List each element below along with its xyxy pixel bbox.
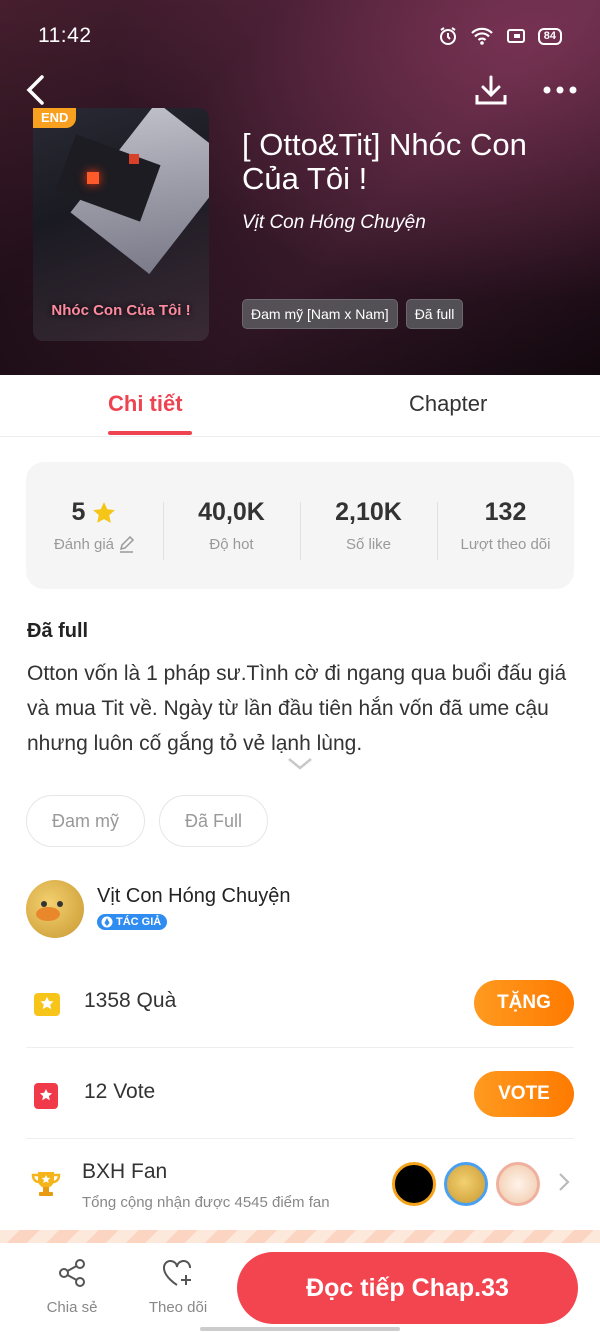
home-indicator (200, 1327, 400, 1331)
gift-count: 1358 Quà (84, 989, 177, 1012)
stat-rating[interactable]: 5 Đánh giá (26, 498, 163, 553)
fan-rank-subtitle: Tổng cộng nhận được 4545 điểm fan (82, 1194, 330, 1211)
pen-nib-icon (101, 916, 113, 928)
expand-chevron-icon[interactable] (287, 757, 313, 771)
book-cover: Nhóc Con Của Tôi ! (33, 108, 209, 341)
give-gift-button[interactable]: TẶNG (474, 980, 574, 1026)
vote-ticket-icon (34, 1083, 58, 1109)
author-badge: TÁC GIẢ (97, 914, 168, 930)
book-header: 11:42 84 Nhóc Con Của Tôi ! END [ Otto&T… (0, 0, 600, 375)
genre-chip-dam-my[interactable]: Đam mỹ (26, 795, 145, 847)
likes-label: Số like (345, 536, 392, 553)
author-row[interactable]: Vịt Con Hóng Chuyện TÁC GIẢ (26, 880, 574, 940)
tab-chapter[interactable]: Chapter (409, 391, 487, 417)
follow-label: Theo dõi (148, 1299, 208, 1316)
status-bar: 11:42 84 (38, 22, 562, 50)
genre-chip-da-full[interactable]: Đã Full (159, 795, 269, 847)
wifi-icon (470, 27, 493, 45)
book-author[interactable]: Vịt Con Hóng Chuyện (242, 212, 426, 234)
rating-value: 5 (71, 498, 86, 526)
alarm-icon (439, 27, 456, 45)
share-icon (59, 1259, 85, 1287)
fan-avatar-3 (496, 1162, 540, 1206)
follows-value: 132 (484, 498, 527, 526)
fan-ranking-row[interactable]: BXH Fan Tổng cộng nhận được 4545 điểm fa… (26, 1140, 574, 1230)
vote-row: 12 Vote VOTE (26, 1049, 574, 1139)
vote-count: 12 Vote (84, 1080, 156, 1103)
back-icon[interactable] (22, 74, 48, 106)
likes-value: 2,10K (335, 498, 402, 526)
status-tag[interactable]: Đã full (405, 299, 464, 329)
fan-avatar-2 (444, 1162, 488, 1206)
fan-avatar-1 (392, 1162, 436, 1206)
gift-icon (34, 993, 60, 1016)
author-badge-label: TÁC GIẢ (116, 916, 162, 928)
heart-plus-icon (163, 1260, 191, 1286)
book-title: [ Otto&Tit] Nhóc Con Của Tôi ! (242, 127, 527, 196)
rating-label: Đánh giá (53, 536, 115, 553)
author-name[interactable]: Vịt Con Hóng Chuyện (97, 885, 290, 908)
fan-rank-title: BXH Fan (82, 1160, 168, 1183)
completion-status: Đã full (27, 620, 89, 642)
tab-bar: Chi tiết Chapter (0, 375, 600, 437)
screen-icon (506, 29, 525, 43)
book-description: Otton vốn là 1 pháp sư.Tình cờ đi ngang … (27, 662, 567, 755)
clock: 11:42 (38, 24, 92, 47)
stats-panel: 5 Đánh giá 40,0K Độ hot 2,10K Số like 13… (26, 462, 574, 589)
tab-detail[interactable]: Chi tiết (108, 391, 183, 417)
cover-title: Nhóc Con Của Tôi ! (51, 302, 191, 319)
stat-hot: 40,0K Độ hot (163, 498, 300, 560)
decorative-stripe (0, 1230, 600, 1244)
follow-button[interactable]: Theo dõi (138, 1257, 218, 1316)
author-avatar[interactable] (26, 880, 84, 938)
download-icon[interactable] (474, 73, 508, 107)
follows-label: Lượt theo dõi (460, 536, 551, 553)
trophy-icon (31, 1172, 61, 1196)
hot-label: Độ hot (209, 536, 254, 553)
active-tab-indicator (108, 431, 192, 435)
bottom-action-bar: Chia sẻ Theo dõi Đọc tiếp Chap.33 (0, 1243, 600, 1333)
chevron-right-icon (559, 1173, 570, 1191)
more-icon[interactable] (542, 85, 578, 95)
edit-icon (119, 536, 135, 553)
gift-row: 1358 Quà TẶNG (26, 958, 574, 1048)
share-button[interactable]: Chia sẻ (32, 1257, 112, 1316)
stat-likes: 2,10K Số like (300, 498, 437, 560)
genre-tag[interactable]: Đam mỹ [Nam x Nam] (242, 299, 398, 329)
vote-button[interactable]: VOTE (474, 1071, 574, 1117)
end-badge: END (33, 108, 77, 128)
continue-reading-button[interactable]: Đọc tiếp Chap.33 (237, 1252, 578, 1324)
share-label: Chia sẻ (46, 1299, 98, 1316)
stat-follows: 132 Lượt theo dõi (437, 498, 574, 560)
hot-value: 40,0K (198, 498, 265, 526)
star-icon (93, 501, 116, 523)
battery-indicator: 84 (537, 27, 562, 45)
